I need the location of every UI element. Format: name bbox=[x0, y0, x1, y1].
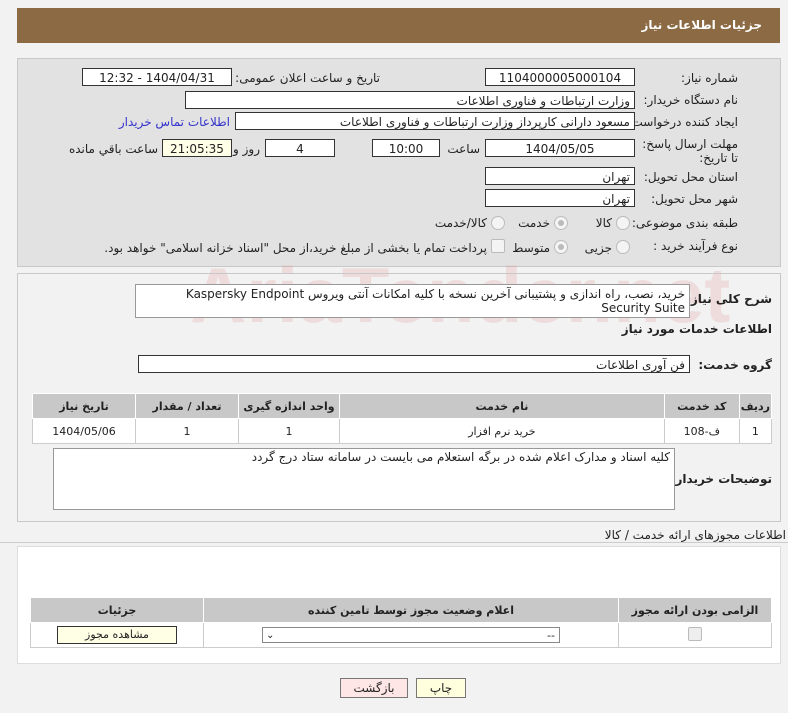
time-label: ساعت bbox=[447, 142, 480, 156]
view-permit-button[interactable]: مشاهده مجوز bbox=[57, 626, 177, 644]
chevron-down-icon: ⌄ bbox=[266, 630, 275, 641]
need-number-label: شماره نیاز: bbox=[681, 71, 738, 85]
deadline-label: مهلت ارسال پاسخ: تا تاریخ: bbox=[642, 137, 738, 165]
col-name: نام خدمت bbox=[339, 393, 665, 419]
col-required: الزامی بودن ارائه مجوز bbox=[618, 597, 772, 623]
deadline-date-field: 1404/05/05 bbox=[485, 139, 635, 157]
permits-title: اطلاعات مجوزهای ارائه خدمت / کالا bbox=[604, 528, 786, 542]
province-label: استان محل تحویل: bbox=[643, 170, 738, 184]
service-group-field: فن آوری اطلاعات bbox=[138, 355, 690, 373]
permits-section-header: اطلاعات مجوزهای ارائه خدمت / کالا bbox=[0, 528, 788, 543]
table-row: -- ⌄ مشاهده مجوز bbox=[30, 622, 772, 648]
cell-date: 1404/05/06 bbox=[32, 418, 136, 444]
permit-status-select[interactable]: -- ⌄ bbox=[262, 627, 560, 643]
cell-status: -- ⌄ bbox=[203, 622, 619, 648]
category-radio-service[interactable] bbox=[554, 216, 568, 230]
city-field: تهران bbox=[485, 189, 635, 207]
description-field: خرید، نصب، راه اندازی و پشتیبانی آخرین ن… bbox=[135, 284, 690, 318]
province-field: تهران bbox=[485, 167, 635, 185]
page-title: جزئیات اطلاعات نیاز bbox=[641, 18, 762, 32]
required-checkbox bbox=[688, 626, 702, 641]
remaining-label: ساعت باقي مانده bbox=[68, 142, 158, 156]
creator-field: مسعود دارانی کارپرداز وزارت ارتباطات و ف… bbox=[235, 112, 635, 130]
details-panel: شرح کلی نیاز: خرید، نصب، راه اندازی و پش… bbox=[17, 273, 781, 522]
days-label: روز و bbox=[233, 142, 260, 156]
category-service-label: خدمت bbox=[518, 216, 550, 230]
creator-label: ایجاد کننده درخواست: bbox=[627, 115, 738, 129]
col-unit: واحد اندازه گیری bbox=[238, 393, 340, 419]
col-details: جزئیات bbox=[30, 597, 204, 623]
category-radio-both[interactable] bbox=[491, 216, 505, 230]
announce-field: 1404/04/31 - 12:32 bbox=[82, 68, 232, 86]
category-label: طبقه بندی موضوعی: bbox=[631, 216, 738, 230]
buyer-contact-link[interactable]: اطلاعات تماس خریدار bbox=[119, 115, 230, 129]
permits-panel: الزامی بودن ارائه مجوز اعلام وضعیت مجوز ت… bbox=[17, 546, 781, 664]
category-radio-goods[interactable] bbox=[616, 216, 630, 230]
city-label: شهر محل تحویل: bbox=[651, 192, 738, 206]
announce-label: تاریخ و ساعت اعلان عمومی: bbox=[235, 71, 380, 85]
deadline-time-field: 10:00 bbox=[372, 139, 440, 157]
services-title: اطلاعات خدمات مورد نیاز bbox=[621, 322, 772, 336]
buyer-org-label: نام دستگاه خریدار: bbox=[643, 93, 739, 107]
category-goods-label: کالا bbox=[595, 216, 612, 230]
back-button[interactable]: بازگشت bbox=[340, 678, 408, 698]
page-header: جزئیات اطلاعات نیاز bbox=[17, 8, 780, 43]
print-button[interactable]: چاپ bbox=[416, 678, 466, 698]
select-value: -- bbox=[547, 629, 555, 642]
category-both-label: کالا/خدمت bbox=[434, 216, 487, 230]
need-info-panel: شماره نیاز: 1104000005000104 تاریخ و ساع… bbox=[17, 58, 781, 267]
cell-name: خرید نرم افزار bbox=[339, 418, 665, 444]
description-label: شرح کلی نیاز: bbox=[686, 292, 772, 306]
table-row: 1 ف-108 خرید نرم افزار 1 1 1404/05/06 bbox=[32, 418, 773, 444]
cell-unit: 1 bbox=[238, 418, 340, 444]
cell-qty: 1 bbox=[135, 418, 239, 444]
services-table: ردیف کد خدمت نام خدمت واحد اندازه گیری تعداد… bbox=[32, 393, 773, 444]
permits-table: الزامی بودن ارائه مجوز اعلام وضعیت مجوز ت… bbox=[30, 597, 772, 648]
cell-code: ف-108 bbox=[663, 418, 740, 444]
col-code: کد خدمت bbox=[663, 393, 740, 419]
cell-row: 1 bbox=[738, 418, 773, 444]
service-group-label: گروه خدمت: bbox=[698, 358, 772, 372]
col-status: اعلام وضعیت مجوز توسط تامین کننده bbox=[203, 597, 619, 623]
cell-details: مشاهده مجوز bbox=[30, 622, 204, 648]
buyer-notes-field: کلیه اسناد و مدارک اعلام شده در برگه است… bbox=[53, 448, 675, 510]
days-remaining-field: 4 bbox=[265, 139, 335, 157]
col-qty: تعداد / مقدار bbox=[135, 393, 239, 419]
need-number-field: 1104000005000104 bbox=[485, 68, 635, 86]
cell-required bbox=[618, 622, 772, 648]
remaining-time-field: 21:05:35 bbox=[162, 139, 232, 157]
col-date: تاریخ نیاز bbox=[32, 393, 136, 419]
col-row: ردیف bbox=[738, 393, 773, 419]
buyer-notes-label: توضیحات خریدار: bbox=[670, 472, 772, 486]
buyer-org-field: وزارت ارتباطات و فناوری اطلاعات bbox=[185, 91, 635, 109]
